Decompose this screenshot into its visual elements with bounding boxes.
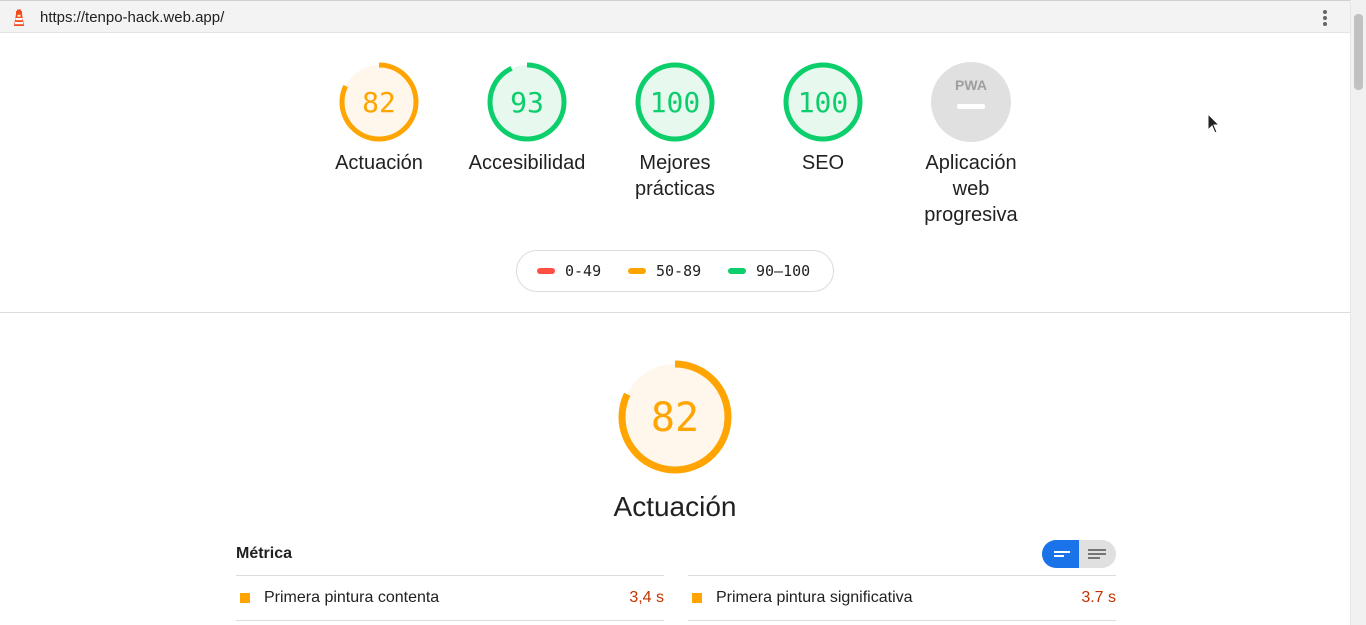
gauge-label: Mejores prácticas — [634, 152, 716, 200]
list-compact-icon — [1054, 551, 1070, 557]
average-square-icon — [692, 593, 702, 603]
metric-name: Primera pintura significativa — [716, 589, 913, 606]
gauge-label: Actuación — [335, 152, 423, 174]
metrics-divider — [236, 575, 664, 576]
gauge-score: 82 — [362, 86, 396, 119]
expanded-view-button[interactable] — [1079, 540, 1116, 568]
list-expanded-icon — [1088, 549, 1106, 559]
scrollbar[interactable] — [1350, 0, 1366, 625]
scrollbar-thumb[interactable] — [1354, 14, 1363, 90]
legend-swatch — [537, 268, 555, 274]
legend-item-pass: 90–100 — [728, 262, 810, 280]
browser-bar: https://tenpo-hack.web.app/ — [0, 0, 1350, 33]
metric-name: Primera pintura contenta — [264, 589, 440, 606]
legend-swatch — [728, 268, 746, 274]
section-divider — [0, 312, 1350, 313]
gauge-ring: 93 — [487, 62, 567, 142]
gauge-score: 82 — [651, 395, 699, 441]
mouse-cursor-icon — [1207, 113, 1221, 134]
pwa-badge-icon: PWA — [931, 62, 1011, 142]
category-gauge-best-practices[interactable]: 100 Mejores prácticas — [601, 61, 749, 202]
legend-label: 50-89 — [656, 262, 702, 280]
gauge-score: 100 — [798, 86, 849, 119]
metrics-divider — [688, 620, 1116, 621]
gauge-label: Aplicación web progresiva — [924, 152, 1018, 226]
metrics-divider — [688, 575, 1116, 576]
gauge-ring: 82 — [339, 62, 419, 142]
legend-item-average: 50-89 — [628, 262, 701, 280]
metrics-divider — [236, 620, 664, 621]
metric-first-meaningful-paint: Primera pintura significativa 3.7 s — [688, 588, 1116, 608]
gauge-ring: 82 — [618, 360, 732, 474]
gauge-score: 93 — [510, 86, 544, 119]
gauge-ring: 100 — [635, 62, 715, 142]
average-square-icon — [240, 593, 250, 603]
metric-value: 3.7 s — [1081, 589, 1116, 606]
score-legend: 0-49 50-89 90–100 — [516, 250, 834, 292]
more-options-icon[interactable] — [1318, 9, 1332, 27]
category-gauge-accessibility[interactable]: 93 Accesibilidad — [453, 61, 601, 176]
legend-swatch — [628, 268, 646, 274]
gauge-label: SEO — [801, 152, 845, 174]
category-gauge-pwa[interactable]: PWA Aplicación web progresiva — [897, 61, 1045, 228]
category-gauge-performance[interactable]: 82 Actuación — [305, 61, 453, 176]
gauge-ring: 100 — [783, 62, 863, 142]
compact-view-button[interactable] — [1042, 540, 1079, 568]
lighthouse-icon — [14, 9, 24, 26]
metric-first-contentful-paint: Primera pintura contenta 3,4 s — [236, 588, 664, 608]
metrics-heading: Métrica — [236, 545, 293, 562]
pwa-badge-text: PWA — [955, 77, 987, 93]
metrics-view-toggle[interactable] — [1042, 540, 1116, 568]
gauge-label: Accesibilidad — [468, 152, 586, 174]
performance-gauge: 82 Actuación — [595, 357, 755, 523]
url-text[interactable]: https://tenpo-hack.web.app/ — [40, 9, 224, 26]
category-gauge-seo[interactable]: 100 SEO — [749, 61, 897, 176]
gauge-score: 100 — [650, 86, 701, 119]
legend-item-fail: 0-49 — [537, 262, 601, 280]
legend-label: 90–100 — [756, 262, 811, 280]
legend-label: 0-49 — [565, 262, 602, 280]
performance-title: Actuación — [613, 491, 737, 522]
metric-value: 3,4 s — [629, 589, 664, 606]
